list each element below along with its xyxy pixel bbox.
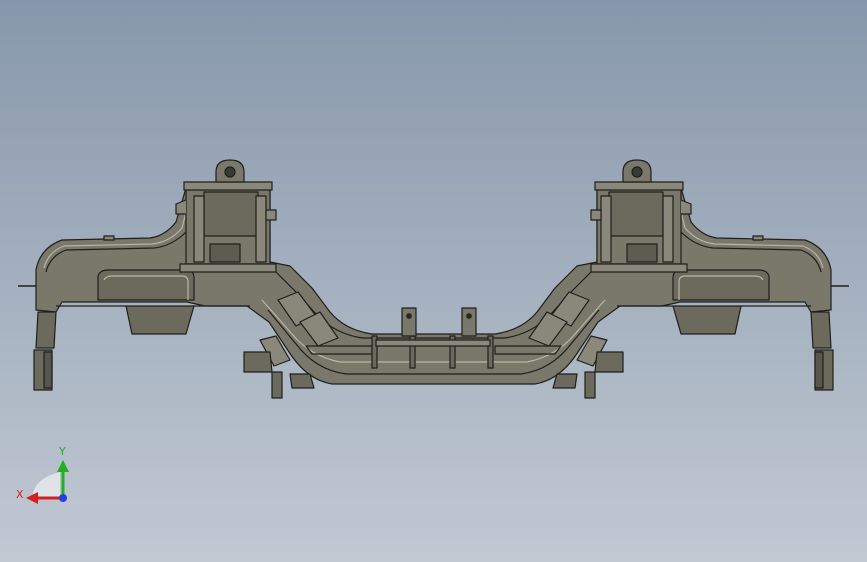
- bogie-frame-model[interactable]: [18, 159, 849, 399]
- z-axis-dot: [59, 494, 67, 502]
- x-axis-arrowhead: [26, 492, 38, 504]
- orientation-triad[interactable]: Y X: [16, 445, 69, 504]
- top-lug-right: [752, 235, 764, 241]
- pedestal-left: [33, 311, 57, 391]
- x-axis-label: X: [16, 488, 24, 501]
- y-axis-arrowhead: [57, 460, 69, 472]
- cad-viewport[interactable]: Y X: [0, 0, 867, 562]
- spring-seat-left: [125, 305, 195, 335]
- side-window-right: [672, 269, 770, 301]
- side-window-left: [97, 269, 195, 301]
- pedestal-right: [810, 311, 834, 391]
- spring-seat-right: [672, 305, 742, 335]
- bolster-housing-right: [590, 159, 692, 273]
- y-axis-label: Y: [58, 445, 66, 458]
- center-brackets: [401, 307, 477, 337]
- top-lug-left: [103, 235, 115, 241]
- bolster-housing-left: [175, 159, 277, 273]
